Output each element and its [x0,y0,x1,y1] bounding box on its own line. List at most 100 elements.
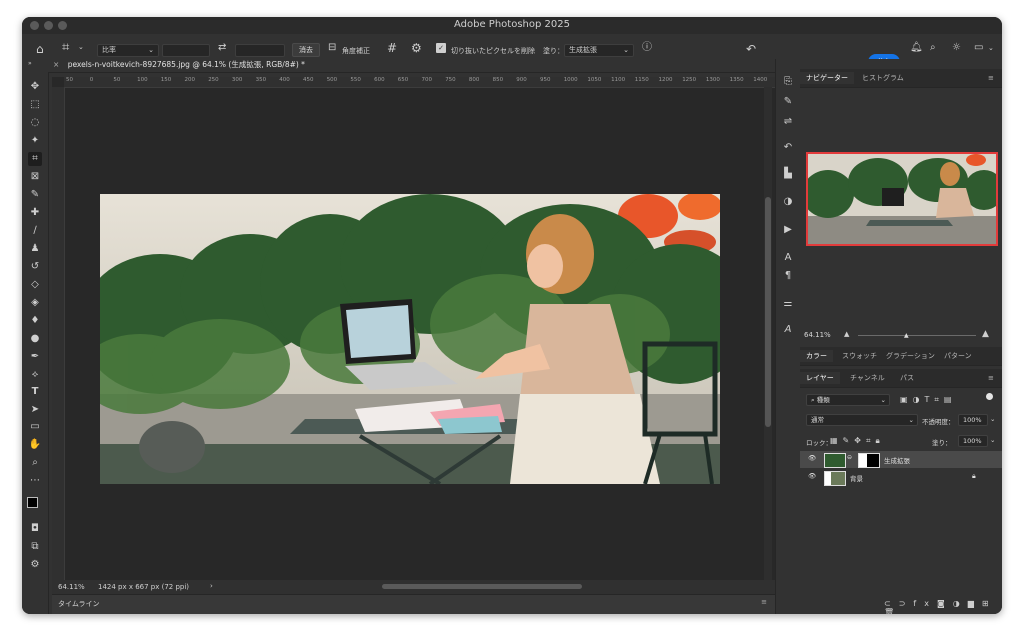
info-icon[interactable]: ⓘ [642,43,652,53]
height-input[interactable] [235,44,285,57]
cancel-crop-icon[interactable]: ↶ [746,43,756,55]
zoom-tool-icon[interactable]: ⌕ [28,456,42,470]
layer-row[interactable]: 👁︎ ⊖ 生成拡張 [800,451,1002,468]
tab-swatches[interactable]: スウォッチ [842,350,877,362]
trash-icon[interactable]: 🗑︎ [884,608,902,614]
tab-layers[interactable]: レイヤー [800,372,840,384]
character-icon[interactable]: A [781,251,795,265]
more-tools-icon[interactable]: ⋯ [28,474,42,488]
quick-mask-icon[interactable]: ◘ [28,522,42,536]
collapse-tools-icon[interactable]: » [28,61,32,67]
magic-wand-tool-icon[interactable]: ✦ [28,134,42,148]
navigator-zoom-slider[interactable] [858,335,976,336]
chevron-right-icon[interactable]: › [210,582,213,590]
pen-tool-icon[interactable]: ✒ [28,350,42,364]
eraser-tool-icon[interactable]: ◇ [28,278,42,292]
straighten-icon[interactable]: ⊟ [328,43,336,53]
hand-tool-icon[interactable]: ✋ [28,438,42,452]
path-selection-tool-icon[interactable]: ➤ [28,403,42,417]
chevron-down-icon[interactable]: ⌄ [988,45,994,52]
straighten-label[interactable]: 角度補正 [342,46,370,56]
document-tab[interactable]: × pexels-n-voitkevich-8927685.jpg @ 64.1… [53,59,305,75]
sliders-icon[interactable]: ⚌ [781,297,795,311]
search-icon[interactable]: ⌕ [930,43,936,53]
zoom-out-icon[interactable]: ▲ [844,330,849,338]
move-tool-icon[interactable]: ✥ [28,80,42,94]
history-brush-tool-icon[interactable]: ↺ [28,260,42,274]
lock-icons[interactable]: ▦✎✥⌗🔒︎ [830,436,885,446]
marquee-tool-icon[interactable]: ⬚ [28,98,42,112]
tab-gradients[interactable]: グラデーション [886,350,935,362]
tab-navigator[interactable]: ナビゲーター [800,72,854,84]
chevron-down-icon[interactable]: ⌄ [990,415,995,423]
add-mask-icon[interactable]: ◙ [937,599,953,608]
layer-name[interactable]: 生成拡張 [884,455,910,465]
foreground-color-swatch[interactable] [27,497,38,508]
layer-mask-thumbnail[interactable] [858,453,880,468]
crop-tool-icon[interactable]: ⌗ [28,152,42,166]
new-layer-icon[interactable]: ⊞ [982,599,997,608]
layer-row[interactable]: 👁︎ 背景 🔒︎ [800,469,1002,486]
actions-play-icon[interactable]: ▶ [781,223,795,237]
blur-tool-icon[interactable]: ♦ [28,314,42,328]
fx-icon[interactable]: fx [913,599,937,608]
type-tool-icon[interactable]: T [28,385,42,399]
tab-paths[interactable]: パス [900,372,914,384]
document-photo[interactable] [100,194,720,484]
layer-filter-select[interactable]: ⌕ 種類 ⌄ [806,394,890,406]
tab-color[interactable]: カラー [800,350,833,362]
dodge-tool-icon[interactable]: ● [28,332,42,346]
clone-stamp-tool-icon[interactable]: ♟ [28,242,42,256]
width-input[interactable] [162,44,210,57]
layer-name[interactable]: 背景 [850,473,863,483]
tab-channels[interactable]: チャンネル [850,372,885,384]
properties-icon[interactable]: ▙ [781,167,795,181]
rectangle-tool-icon[interactable]: ▭ [28,420,42,434]
fill-select[interactable]: 生成拡張 ⌄ [564,44,634,57]
tab-patterns[interactable]: パターン [944,350,972,362]
link-icon[interactable]: ⊖ [847,454,852,461]
close-tab-icon[interactable]: × [53,60,59,69]
panel-menu-icon[interactable]: ≡ [988,372,994,384]
gear-icon[interactable]: ⚙ [411,42,422,54]
clear-button[interactable]: 消去 [292,43,320,57]
edit-toolbar-icon[interactable]: ⚙ [28,558,42,572]
opacity-input[interactable]: 100% [958,414,988,426]
glyphs-icon[interactable]: A [781,323,795,337]
vertical-ruler[interactable] [52,87,65,580]
eye-icon[interactable]: 👁︎ [808,472,816,480]
vertical-scrollbar[interactable] [764,87,772,580]
pen-path-tool-icon[interactable]: ⟡ [28,368,42,382]
navigator-zoom[interactable]: 64.11% [804,331,831,339]
blend-mode-select[interactable]: 通常 ⌄ [806,414,918,426]
vertical-scroll-thumb[interactable] [765,197,771,427]
eyedropper-tool-icon[interactable]: ✎ [28,188,42,202]
adjustments-icon[interactable]: ⇌ [781,115,795,129]
layer-filter-icons[interactable]: ▣◑T⌗▤ [900,395,957,405]
brush-settings-icon[interactable]: ✎ [781,95,795,109]
healing-brush-tool-icon[interactable]: ✚ [28,206,42,220]
screen-mode-icon[interactable]: ⧉ [28,540,42,554]
link-layers-icon[interactable]: ⊂⊃ [884,599,913,608]
adjustment-layer-icon[interactable]: ◑ [953,599,968,608]
eye-icon[interactable]: 👁︎ [808,454,816,462]
home-icon[interactable]: ⌂ [36,43,44,55]
paint-bucket-tool-icon[interactable]: ◈ [28,296,42,310]
ratio-select[interactable]: 比率 ⌄ [97,44,159,57]
swap-arrows-icon[interactable]: ⇄ [218,43,226,53]
chevron-down-icon[interactable]: ⌄ [78,44,84,51]
workspace-icon[interactable]: ▭ [974,43,983,53]
fill-input[interactable]: 100% [958,435,988,447]
folder-icon[interactable]: ▆ [968,599,982,608]
navigator-zoom-thumb[interactable]: ▲ [904,332,909,339]
panel-menu-icon[interactable]: ≡ [761,598,767,606]
paragraph-icon[interactable]: ¶ [781,269,795,283]
lasso-tool-icon[interactable]: ◌ [28,116,42,130]
zoom-level[interactable]: 64.11% [58,583,85,591]
navigator-preview[interactable] [806,152,998,246]
zoom-in-icon[interactable]: ▲ [982,329,989,339]
tab-histogram[interactable]: ヒストグラム [862,72,904,84]
overlay-grid-icon[interactable]: # [387,42,397,54]
filter-toggle[interactable] [986,393,993,400]
bell-icon[interactable]: 🔔︎ [910,43,923,53]
